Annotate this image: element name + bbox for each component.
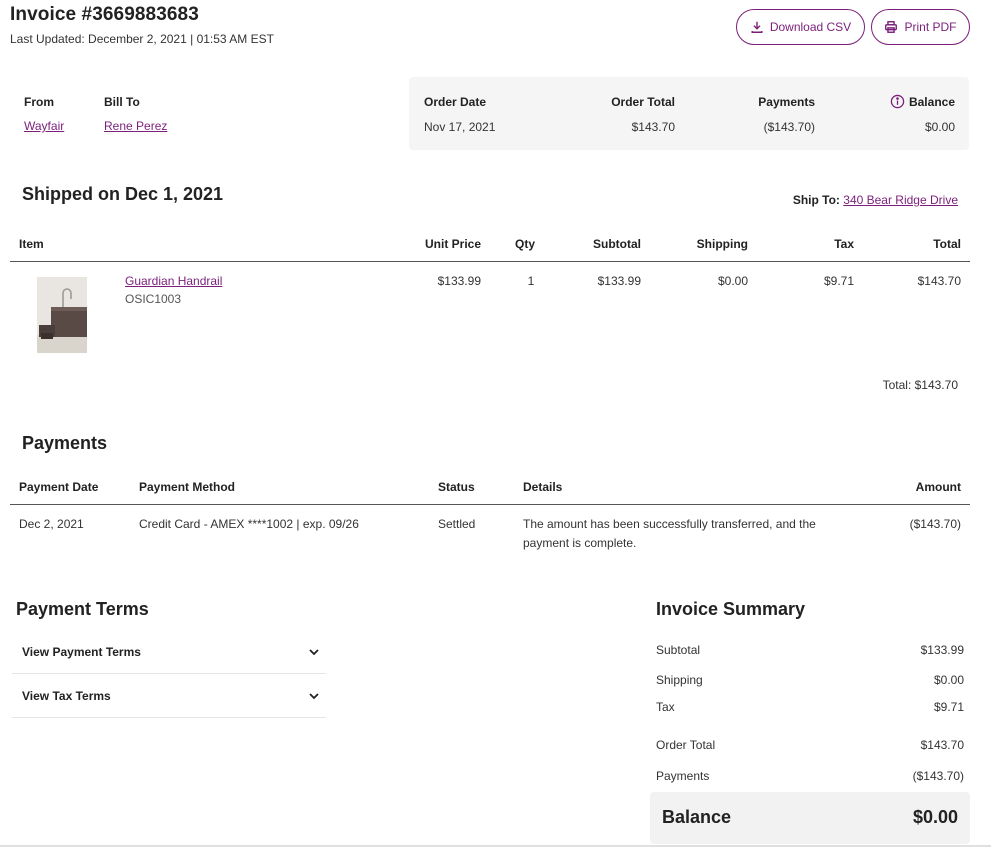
print-pdf-label: Print PDF (904, 20, 957, 34)
col-payment-status: Status (438, 480, 475, 494)
printer-icon (885, 21, 898, 33)
order-total-label: Order Total (611, 95, 675, 109)
item-tax: $9.71 (823, 274, 854, 288)
col-item: Item (19, 237, 44, 251)
payments-table-divider (10, 504, 970, 505)
page-title: Invoice #3669883683 (10, 4, 199, 25)
order-date-value: Nov 17, 2021 (424, 120, 496, 134)
item-table-divider (10, 261, 970, 262)
view-payment-terms-toggle[interactable]: View Payment Terms (12, 630, 326, 674)
balance-value: $0.00 (924, 120, 955, 134)
order-date-label: Order Date (424, 95, 487, 109)
chevron-down-icon (309, 693, 319, 700)
col-total: Total (933, 237, 961, 251)
from-label: From (24, 95, 54, 109)
view-tax-terms-label: View Tax Terms (22, 689, 111, 703)
payment-status: Settled (438, 517, 476, 531)
order-total-value: $143.70 (631, 120, 675, 134)
summary-balance-value: $0.00 (912, 807, 958, 827)
payments-label: Payments (758, 95, 815, 109)
balance-header: Balance (878, 94, 955, 109)
info-icon[interactable] (890, 94, 905, 109)
from-link[interactable]: Wayfair (24, 119, 64, 133)
ship-to-address-link[interactable]: 340 Bear Ridge Drive (843, 193, 958, 207)
order-summary-panel (409, 77, 969, 150)
download-csv-button[interactable]: Download CSV (736, 9, 865, 45)
handrail-product-icon (37, 277, 87, 353)
view-tax-terms-toggle[interactable]: View Tax Terms (12, 674, 326, 718)
product-name-link[interactable]: Guardian Handrail (125, 274, 222, 288)
col-shipping: Shipping (696, 237, 748, 251)
summary-shipping-value: $0.00 (933, 673, 964, 687)
invoice-summary-heading: Invoice Summary (656, 599, 806, 619)
download-csv-label: Download CSV (769, 20, 852, 34)
balance-label: Balance (908, 94, 955, 109)
download-icon (751, 21, 763, 33)
payment-details-line1: The amount has been successfully transfe… (523, 517, 816, 531)
payments-value: ($143.70) (763, 120, 815, 134)
summary-payments-value: ($143.70) (912, 769, 964, 783)
summary-subtotal-value: $133.99 (920, 643, 964, 657)
shipment-total: Total: $143.70 (882, 378, 958, 392)
terms-divider (12, 717, 326, 718)
summary-subtotal-label: Subtotal (656, 643, 701, 657)
col-payment-details: Details (523, 480, 563, 494)
summary-payments-label: Payments (656, 769, 710, 783)
item-shipping: $0.00 (717, 274, 748, 288)
bill-to-label: Bill To (104, 95, 140, 109)
payment-method: Credit Card - AMEX ****1002 | exp. 09/26 (139, 517, 359, 531)
col-subtotal: Subtotal (593, 237, 641, 251)
view-payment-terms-label: View Payment Terms (22, 645, 141, 659)
product-image[interactable] (37, 277, 87, 353)
col-qty: Qty (514, 237, 535, 251)
shipment-heading: Shipped on Dec 1, 2021 (22, 184, 224, 204)
col-unit-price: Unit Price (424, 237, 481, 251)
payment-date: Dec 2, 2021 (19, 517, 84, 531)
chevron-down-icon (309, 649, 319, 656)
item-total: $143.70 (917, 274, 961, 288)
payment-amount: ($143.70) (909, 517, 961, 531)
item-qty: 1 (527, 274, 535, 288)
summary-tax-value: $9.71 (933, 700, 964, 714)
col-tax: Tax (834, 237, 854, 251)
summary-shipping-label: Shipping (656, 673, 703, 687)
summary-order-total-value: $143.70 (920, 738, 964, 752)
ship-to-label: Ship To: (792, 193, 840, 207)
payment-terms-heading: Payment Terms (16, 599, 149, 619)
product-sku: OSIC1003 (125, 292, 182, 306)
item-unit-price: $133.99 (437, 274, 481, 288)
summary-balance-label: Balance (662, 807, 732, 827)
summary-tax-label: Tax (656, 700, 675, 714)
col-payment-amount: Amount (915, 480, 961, 494)
print-pdf-button[interactable]: Print PDF (871, 9, 970, 45)
ship-to: Ship To: 340 Bear Ridge Drive (760, 193, 958, 207)
col-payment-method: Payment Method (139, 480, 236, 494)
summary-order-total-label: Order Total (656, 738, 716, 752)
item-subtotal: $133.99 (597, 274, 641, 288)
bill-to-link[interactable]: Rene Perez (104, 119, 167, 133)
last-updated: Last Updated: December 2, 2021 | 01:53 A… (10, 32, 274, 46)
payment-details-line2: payment is complete. (523, 536, 637, 550)
payments-heading: Payments (22, 433, 108, 453)
col-payment-date: Payment Date (19, 480, 99, 494)
